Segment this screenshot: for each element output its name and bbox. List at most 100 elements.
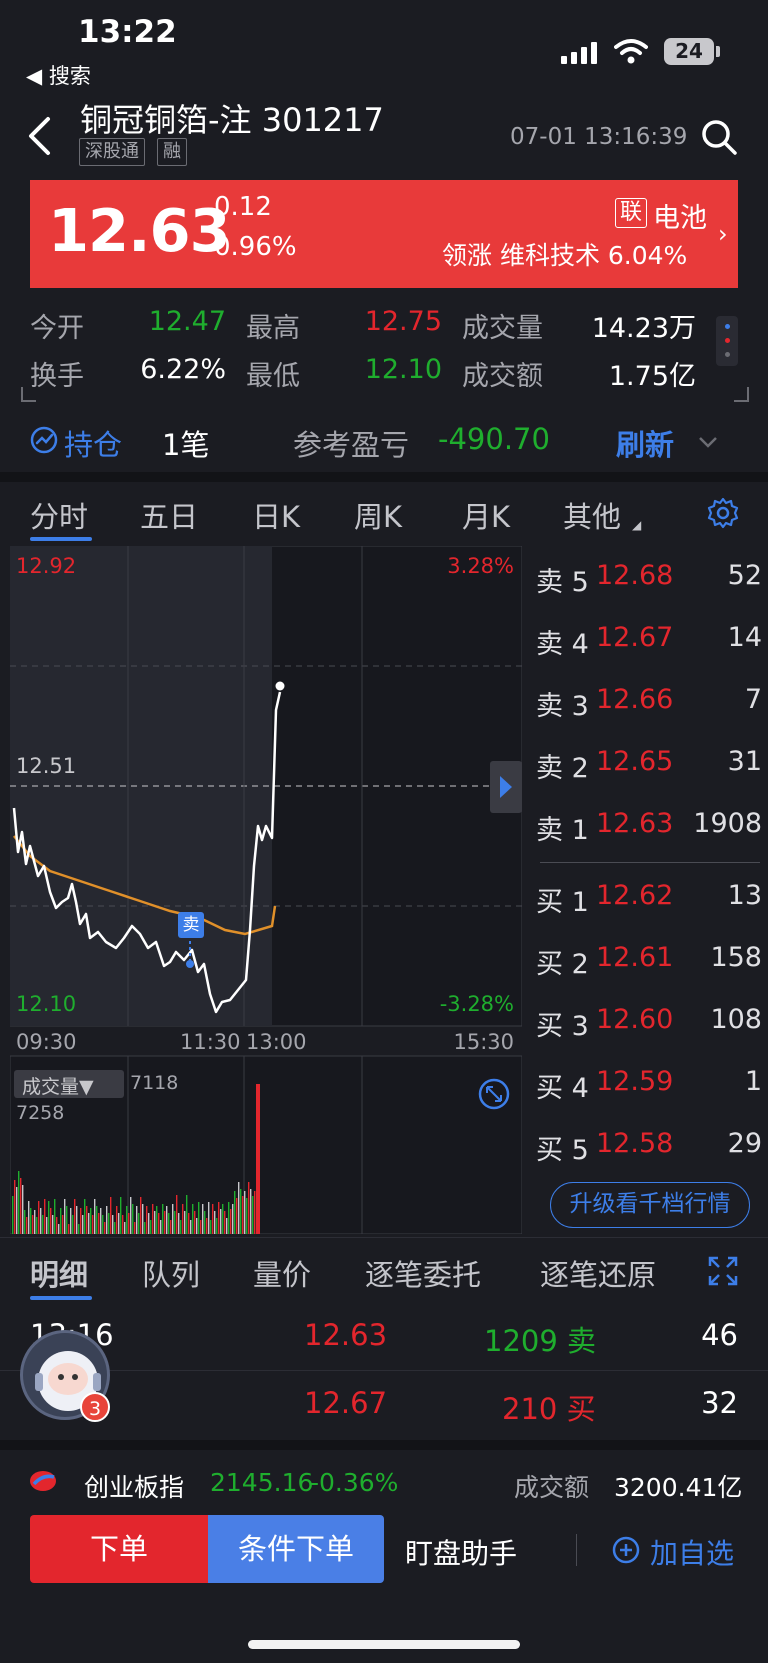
ask-3[interactable]: 卖 3 12.66 7	[536, 684, 762, 724]
ask-3-price: 12.66	[596, 684, 674, 715]
volume-bar	[52, 1215, 54, 1234]
expand-icon[interactable]	[708, 1256, 738, 1286]
upgrade-depth-button[interactable]: 升级看千档行情	[550, 1182, 750, 1228]
chevron-down-icon[interactable]	[698, 436, 718, 448]
tab-details[interactable]: 明细	[30, 1252, 88, 1294]
tab-queue[interactable]: 队列	[142, 1252, 200, 1294]
ask-2[interactable]: 卖 2 12.65 31	[536, 746, 762, 786]
volume-bar	[186, 1195, 188, 1234]
volume-bar	[174, 1211, 176, 1234]
ask-5[interactable]: 卖 5 12.68 52	[536, 560, 762, 600]
volume-bar	[104, 1222, 106, 1234]
ask-1-price: 12.63	[596, 808, 674, 839]
battery-icon: 24	[664, 38, 714, 65]
chart-x-afternoon: 13:00	[246, 1030, 307, 1054]
ask-4[interactable]: 卖 4 12.67 14	[536, 622, 762, 662]
volume-bar	[108, 1213, 110, 1234]
index-logo-icon	[30, 1471, 56, 1491]
wifi-icon	[614, 39, 648, 64]
open-label: 今开	[30, 313, 84, 344]
tab-intraday[interactable]: 分时	[30, 494, 88, 536]
conditional-order-button[interactable]: 条件下单	[208, 1515, 384, 1583]
volume-bar	[76, 1206, 78, 1234]
bid-2[interactable]: 买 2 12.61 158	[536, 942, 762, 982]
high-label: 最高	[246, 313, 300, 344]
sell-marker[interactable]: 卖	[178, 912, 204, 938]
volume-bar	[146, 1206, 148, 1234]
volume-bar	[96, 1206, 98, 1234]
more-options-icon[interactable]	[716, 316, 738, 366]
volume-bar	[224, 1211, 226, 1234]
volume-bar	[182, 1204, 184, 1234]
ask-4-qty: 14	[727, 622, 762, 653]
volume-bar	[48, 1201, 50, 1234]
volume-bar	[42, 1215, 44, 1234]
bid-3[interactable]: 买 3 12.60 108	[536, 1004, 762, 1044]
volume-bar	[240, 1189, 242, 1234]
plus-circle-icon[interactable]	[612, 1536, 640, 1564]
stock-title: 铜冠铜箔-注 301217	[80, 101, 384, 139]
dropdown-triangle-icon: ◢	[632, 518, 642, 532]
tab-monthly-k[interactable]: 月K	[462, 494, 510, 536]
tab-order-by-order[interactable]: 逐笔委托	[365, 1252, 481, 1294]
volume-bar	[86, 1206, 88, 1234]
add-to-watchlist-button[interactable]: 加自选	[650, 1532, 734, 1572]
search-icon[interactable]	[700, 118, 738, 156]
volume-bar-peak	[256, 1084, 260, 1234]
ask-1-label: 卖 1	[536, 815, 589, 846]
volume-bar	[138, 1213, 140, 1234]
index-name: 创业板指	[84, 1473, 185, 1502]
high-value: 12.75	[364, 306, 442, 337]
tab-other[interactable]: 其他	[563, 494, 621, 536]
position-row[interactable]: 持仓 1笔 参考盈亏 -490.70 刷新	[0, 408, 768, 474]
volume-bar	[32, 1215, 34, 1234]
volume-bar	[254, 1191, 256, 1234]
settings-gear-icon[interactable]	[706, 496, 740, 530]
volume-bar	[56, 1217, 58, 1234]
index-amount-label: 成交额	[514, 1473, 590, 1502]
tab-daily-k[interactable]: 日K	[252, 494, 300, 536]
place-order-button[interactable]: 下单	[30, 1515, 208, 1583]
volume-indicator-selector[interactable]: 成交量▼	[22, 1072, 94, 1099]
volume-bar	[250, 1189, 252, 1234]
bid-3-qty: 108	[710, 1004, 762, 1035]
ask-1[interactable]: 卖 1 12.63 1908	[536, 808, 762, 848]
volume-bar	[236, 1198, 238, 1234]
trade-qty: 1209 卖	[484, 1324, 597, 1358]
back-arrow-icon[interactable]	[26, 116, 52, 156]
index-value: 2145.16	[210, 1468, 314, 1497]
tab-weekly-k[interactable]: 周K	[354, 494, 402, 536]
intraday-chart[interactable]: 12.92 3.28% 12.51 12.10 -3.28% 09:30 11:…	[10, 546, 522, 1234]
bid-4-qty: 1	[744, 1066, 762, 1097]
volume-bar	[142, 1204, 144, 1234]
volume-bar	[110, 1197, 112, 1234]
bid-4[interactable]: 买 4 12.59 1	[536, 1066, 762, 1106]
quote-datetime: 07-01 13:16:39	[510, 124, 688, 150]
price-banner[interactable]: 12.63 0.12 0.96% 联 电池 领涨 维科技术 6.04% ›	[30, 180, 738, 288]
bid-1[interactable]: 买 1 12.62 13	[536, 880, 762, 920]
chart-x-end: 15:30	[453, 1030, 514, 1054]
battery-cap	[716, 46, 720, 57]
volume-bar	[78, 1224, 80, 1234]
volume-bar	[198, 1202, 200, 1234]
sector-name[interactable]: 电池	[653, 196, 707, 235]
refresh-button[interactable]: 刷新	[616, 422, 674, 464]
tab-active-indicator	[30, 537, 92, 541]
tab-volume-price[interactable]: 量价	[253, 1252, 311, 1294]
turnover-value: 6.22%	[140, 354, 226, 385]
trade-count: 46	[701, 1318, 738, 1352]
open-value: 12.47	[148, 306, 226, 337]
tab-trade-replay[interactable]: 逐笔还原	[540, 1252, 656, 1294]
tab-five-day[interactable]: 五日	[140, 494, 198, 536]
bid-4-price: 12.59	[596, 1066, 674, 1097]
bid-2-label: 买 2	[536, 949, 589, 980]
notification-badge: 3	[80, 1392, 110, 1422]
volume-bar	[166, 1206, 168, 1234]
watch-assistant-button[interactable]: 盯盘助手	[405, 1532, 517, 1572]
bid-1-price: 12.62	[596, 880, 674, 911]
volume-bar	[130, 1197, 132, 1234]
back-to-search-link[interactable]: ◀ 搜索	[26, 60, 91, 90]
collapse-corners	[21, 387, 749, 402]
bid-5[interactable]: 买 5 12.58 29	[536, 1128, 762, 1168]
index-ticker[interactable]: 创业板指 2145.16 -0.36% 成交额 3200.41亿	[0, 1452, 768, 1512]
